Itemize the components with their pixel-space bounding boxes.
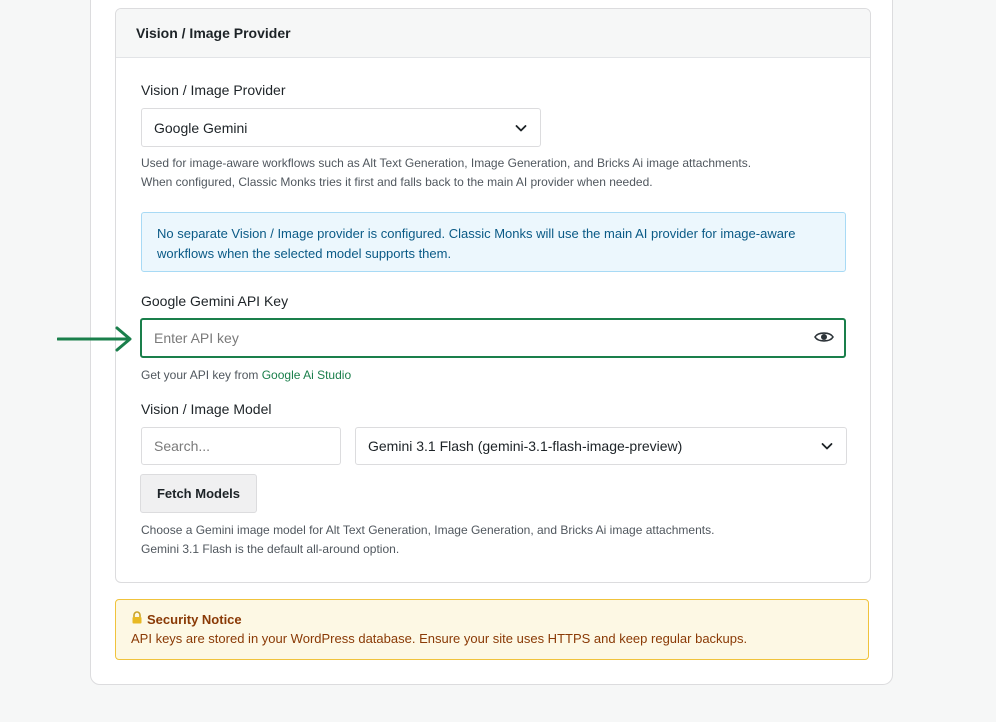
provider-label: Vision / Image Provider xyxy=(141,82,286,98)
info-notice-text: No separate Vision / Image provider is c… xyxy=(157,226,796,261)
api-key-help: Get your API key from Google Ai Studio xyxy=(141,366,351,385)
model-search-input[interactable]: Search... xyxy=(141,427,341,465)
google-ai-studio-link[interactable]: Google Ai Studio xyxy=(262,368,351,382)
api-key-input[interactable]: Enter API key xyxy=(140,318,846,358)
security-notice-title: Security Notice xyxy=(131,610,853,629)
model-help-line-1: Choose a Gemini image model for Alt Text… xyxy=(141,523,715,537)
panel-title: Vision / Image Provider xyxy=(116,9,870,58)
provider-select[interactable]: Google Gemini xyxy=(141,108,541,147)
arrow-right-icon xyxy=(56,326,133,357)
model-help-line-2: Gemini 3.1 Flash is the default all-arou… xyxy=(141,542,400,556)
chevron-down-icon xyxy=(514,121,528,135)
api-key-help-prefix: Get your API key from xyxy=(141,368,262,382)
provider-select-value: Google Gemini xyxy=(154,119,248,136)
fetch-models-button[interactable]: Fetch Models xyxy=(140,474,257,513)
model-select[interactable]: Gemini 3.1 Flash (gemini-3.1-flash-image… xyxy=(355,427,847,465)
provider-help-text: Used for image-aware workflows such as A… xyxy=(141,156,752,189)
security-notice-title-text: Security Notice xyxy=(147,612,242,627)
eye-icon[interactable] xyxy=(814,330,834,347)
lock-icon xyxy=(131,610,143,629)
model-select-value: Gemini 3.1 Flash (gemini-3.1-flash-image… xyxy=(368,438,683,454)
model-search-placeholder: Search... xyxy=(154,438,211,454)
security-notice-text: API keys are stored in your WordPress da… xyxy=(131,631,748,646)
model-label: Vision / Image Model xyxy=(141,401,272,417)
security-notice: Security Notice API keys are stored in y… xyxy=(115,599,869,660)
info-notice: No separate Vision / Image provider is c… xyxy=(141,212,846,272)
api-key-placeholder: Enter API key xyxy=(154,330,239,346)
api-key-label: Google Gemini API Key xyxy=(141,293,289,309)
chevron-down-icon xyxy=(820,439,834,453)
model-help-text: Choose a Gemini image model for Alt Text… xyxy=(141,521,821,559)
